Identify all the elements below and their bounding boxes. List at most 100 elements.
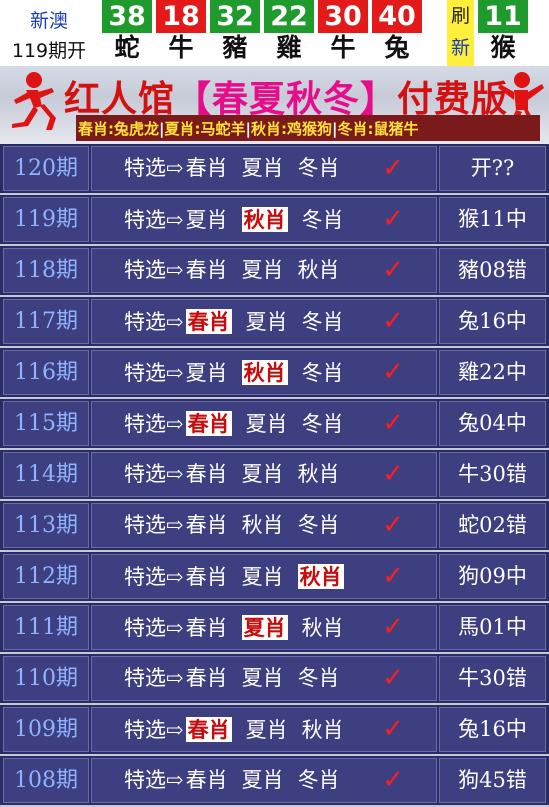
result-label: 牛30错 bbox=[458, 666, 527, 690]
season-pick: 夏肖 bbox=[241, 462, 284, 486]
result-cell: 馬01中 bbox=[439, 605, 546, 650]
result-label: 兔04中 bbox=[458, 411, 527, 435]
table-row: 108期 特选⇨春肖 夏肖 冬肖 ✓ 狗45错 bbox=[0, 756, 549, 807]
result-cell: 雞22中 bbox=[439, 350, 546, 395]
period-label: 117期 bbox=[14, 309, 78, 334]
pick-cell: 特选⇨春肖夏肖冬肖 ✓ bbox=[91, 758, 437, 803]
period-cell: 117期 bbox=[3, 299, 89, 344]
check-icon: ✓ bbox=[382, 306, 404, 336]
season-pick: 夏肖 bbox=[185, 208, 228, 232]
period-label: 111期 bbox=[14, 615, 78, 640]
period-label: 113期 bbox=[14, 513, 78, 538]
season-pick: 夏肖 bbox=[245, 310, 288, 334]
season-spring: 春肖:兔虎龙 bbox=[78, 120, 159, 138]
lottery-info: 新澳 119期开 bbox=[0, 0, 98, 66]
banner-title-a: 红人馆 bbox=[64, 79, 176, 120]
season-pick: 冬肖 bbox=[297, 156, 340, 180]
result-cell: 开?? bbox=[439, 146, 546, 191]
pick-lead: 特选⇨ bbox=[124, 208, 184, 232]
result-label: 狗09中 bbox=[458, 564, 527, 588]
result-cell: 兔16中 bbox=[439, 299, 546, 344]
pick-cell: 特选⇨夏肖 秋肖 冬肖 ✓ bbox=[91, 197, 437, 242]
result-cell: 狗45错 bbox=[439, 758, 546, 803]
period-label: 108期 bbox=[14, 768, 78, 793]
result-label: 猴11中 bbox=[458, 207, 527, 231]
result-cell: 蛇02错 bbox=[439, 503, 546, 548]
period-cell: 114期 bbox=[3, 452, 89, 497]
period-label: 112期 bbox=[14, 564, 78, 589]
draw-ball-zodiac: 牛 bbox=[330, 33, 356, 62]
table-row: 117期 特选⇨ 春肖 夏肖 冬肖 ✓ 兔16中 bbox=[0, 297, 549, 348]
special-ball-number: 11 bbox=[478, 0, 528, 33]
refresh-label-top: 刷 bbox=[450, 5, 470, 27]
result-label: 兔16中 bbox=[458, 717, 527, 741]
pick-cell: 特选⇨春肖 秋肖 冬肖 ✓ bbox=[91, 503, 437, 548]
season-pick: 夏肖 bbox=[241, 156, 284, 180]
pick-cell: 特选⇨春肖夏肖秋肖 ✓ bbox=[91, 554, 437, 599]
season-legend: 春肖:兔虎龙|夏肖:马蛇羊|秋肖:鸡猴狗|冬肖:鼠猪牛 bbox=[78, 120, 419, 138]
check-icon: ✓ bbox=[382, 714, 404, 744]
season-pick: 秋肖 bbox=[301, 718, 344, 742]
table-row: 118期 特选⇨春肖 夏肖 秋肖 ✓ 豬08错 bbox=[0, 246, 549, 297]
period-label: 118期 bbox=[14, 258, 78, 283]
season-pick: 夏肖 bbox=[245, 412, 288, 436]
table-row: 110期 特选⇨春肖 夏肖 冬肖 ✓ 牛30错 bbox=[0, 654, 549, 705]
draw-ball: 40 兔 bbox=[370, 0, 424, 66]
period-cell: 113期 bbox=[3, 503, 89, 548]
season-pick: 秋肖 bbox=[297, 564, 344, 589]
period-cell: 119期 bbox=[3, 197, 89, 242]
pick-lead: 特选⇨ bbox=[124, 616, 184, 640]
season-autumn: 秋肖:鸡猴狗 bbox=[250, 120, 332, 138]
season-pick: 秋肖 bbox=[301, 616, 344, 640]
season-pick: 夏肖 bbox=[241, 768, 284, 792]
result-cell: 牛30错 bbox=[439, 452, 546, 497]
red-runner-icon bbox=[12, 72, 56, 130]
banner-title-c: 付费版 bbox=[397, 79, 509, 120]
season-pick: 冬肖 bbox=[301, 208, 344, 232]
table-row: 114期 特选⇨春肖 夏肖 秋肖 ✓ 牛30错 bbox=[0, 450, 549, 501]
results-bar: 新澳 119期开 38 蛇 18 牛 32 豬 22 雞 30 牛 40 兔 刷 新 11 猴 bbox=[0, 0, 549, 66]
draw-ball-zodiac: 雞 bbox=[276, 33, 302, 62]
pick-cell: 特选⇨春肖夏肖秋肖 ✓ bbox=[91, 707, 437, 752]
check-icon: ✓ bbox=[382, 204, 404, 234]
table-row: 109期 特选⇨ 春肖 夏肖 秋肖 ✓ 兔16中 bbox=[0, 705, 549, 756]
season-pick: 秋肖 bbox=[241, 513, 284, 537]
pick-lead: 特选⇨ bbox=[124, 718, 184, 742]
pick-lead: 特选⇨ bbox=[124, 513, 184, 537]
season-pick: 春肖 bbox=[185, 666, 228, 690]
season-pick: 冬肖 bbox=[297, 513, 340, 537]
season-pick: 冬肖 bbox=[301, 310, 344, 334]
result-label: 蛇02错 bbox=[458, 513, 527, 537]
pick-lead: 特选⇨ bbox=[124, 565, 184, 589]
period-cell: 110期 bbox=[3, 656, 89, 701]
draw-period: 119期开 bbox=[11, 40, 87, 62]
refresh-button[interactable]: 刷 新 bbox=[447, 0, 474, 66]
pick-cell: 特选⇨春肖夏肖秋肖 ✓ bbox=[91, 248, 437, 293]
season-pick: 春肖 bbox=[185, 513, 228, 537]
draw-ball-zodiac: 豬 bbox=[222, 33, 248, 62]
check-icon: ✓ bbox=[382, 612, 404, 642]
period-label: 114期 bbox=[14, 462, 78, 487]
draw-ball: 18 牛 bbox=[154, 0, 208, 66]
draw-ball-number: 32 bbox=[210, 0, 260, 33]
pick-lead: 特选⇨ bbox=[124, 768, 184, 792]
check-icon: ✓ bbox=[382, 459, 404, 489]
pick-lead: 特选⇨ bbox=[124, 361, 184, 385]
check-icon: ✓ bbox=[382, 510, 404, 540]
check-icon: ✓ bbox=[382, 765, 404, 795]
season-pick: 春肖 bbox=[185, 309, 232, 334]
draw-ball: 30 牛 bbox=[316, 0, 370, 66]
period-cell: 109期 bbox=[3, 707, 89, 752]
period-cell: 108期 bbox=[3, 758, 89, 803]
season-pick: 春肖 bbox=[185, 258, 228, 282]
draw-ball: 32 豬 bbox=[208, 0, 262, 66]
pick-cell: 特选⇨春肖夏肖冬肖 ✓ bbox=[91, 656, 437, 701]
result-label: 雞22中 bbox=[458, 360, 527, 384]
pick-cell: 特选⇨春肖夏肖冬肖 ✓ bbox=[91, 401, 437, 446]
lottery-name: 新澳 bbox=[29, 10, 68, 32]
period-label: 110期 bbox=[14, 666, 78, 691]
period-label: 109期 bbox=[14, 717, 78, 742]
draw-ball-number: 18 bbox=[156, 0, 206, 33]
period-cell: 118期 bbox=[3, 248, 89, 293]
check-icon: ✓ bbox=[382, 357, 404, 387]
